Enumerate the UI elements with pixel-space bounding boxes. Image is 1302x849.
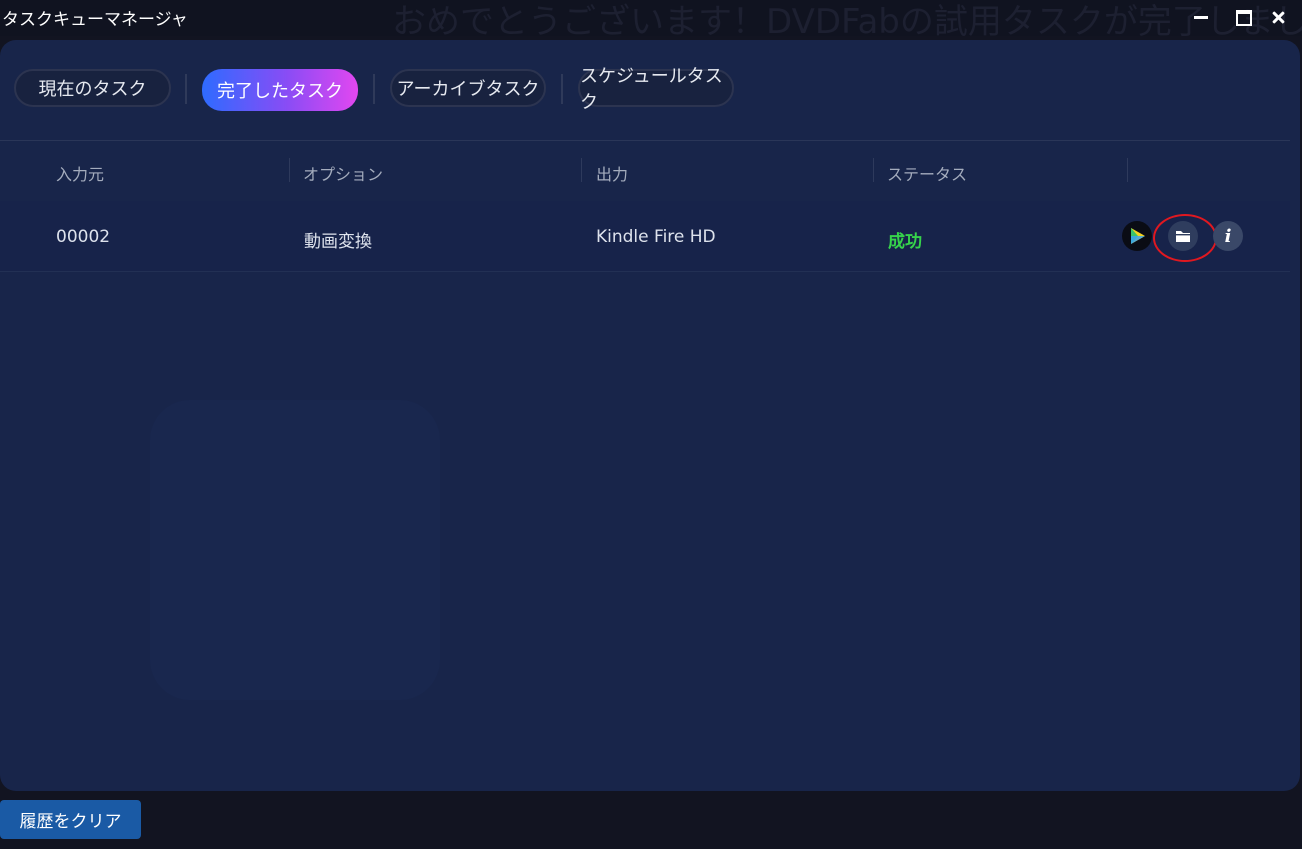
column-divider	[289, 158, 290, 182]
table-header: 入力元 オプション 出力 ステータス	[0, 140, 1290, 202]
tab-divider	[185, 74, 187, 104]
column-divider	[581, 158, 582, 182]
column-header-output: 出力	[596, 165, 629, 184]
clear-history-button[interactable]: 履歴をクリア	[0, 800, 141, 839]
maximize-icon[interactable]	[1226, 2, 1260, 32]
status-badge: 成功	[888, 232, 922, 252]
minimize-icon[interactable]	[1183, 2, 1217, 32]
column-divider	[873, 158, 874, 182]
table-row[interactable]: 00002 動画変換 Kindle Fire HD 成功 i	[0, 201, 1290, 272]
title-bar: タスクキューマネージャ おめでとうございます！DVDFabの試用タスクが完了しま…	[0, 0, 1302, 42]
cell-source: 00002	[56, 227, 111, 247]
cell-output: Kindle Fire HD	[596, 227, 716, 247]
column-header-source: 入力元	[56, 165, 105, 184]
tab-divider	[561, 74, 563, 104]
background-logo	[150, 400, 440, 700]
play-icon[interactable]	[1122, 221, 1152, 251]
tab-current-tasks[interactable]: 現在のタスク	[14, 69, 171, 107]
info-icon[interactable]: i	[1213, 221, 1243, 251]
tab-archive-tasks[interactable]: アーカイブタスク	[390, 69, 546, 107]
tab-divider	[373, 74, 375, 104]
window-title: タスクキューマネージャ	[2, 10, 188, 30]
cell-option: 動画変換	[304, 232, 372, 252]
column-header-status: ステータス	[887, 165, 968, 184]
column-header-option: オプション	[303, 165, 384, 184]
folder-icon[interactable]	[1168, 221, 1198, 251]
tab-completed-tasks[interactable]: 完了したタスク	[202, 69, 358, 111]
close-icon[interactable]	[1261, 2, 1295, 32]
background-banner: おめでとうございます！DVDFabの試用タスクが完了しました	[392, 2, 1302, 42]
tab-scheduled-tasks[interactable]: スケジュールタスク	[578, 66, 734, 113]
column-divider	[1127, 158, 1128, 182]
task-panel: 現在のタスク 完了したタスク アーカイブタスク スケジュールタスク 入力元 オプ…	[0, 40, 1300, 791]
